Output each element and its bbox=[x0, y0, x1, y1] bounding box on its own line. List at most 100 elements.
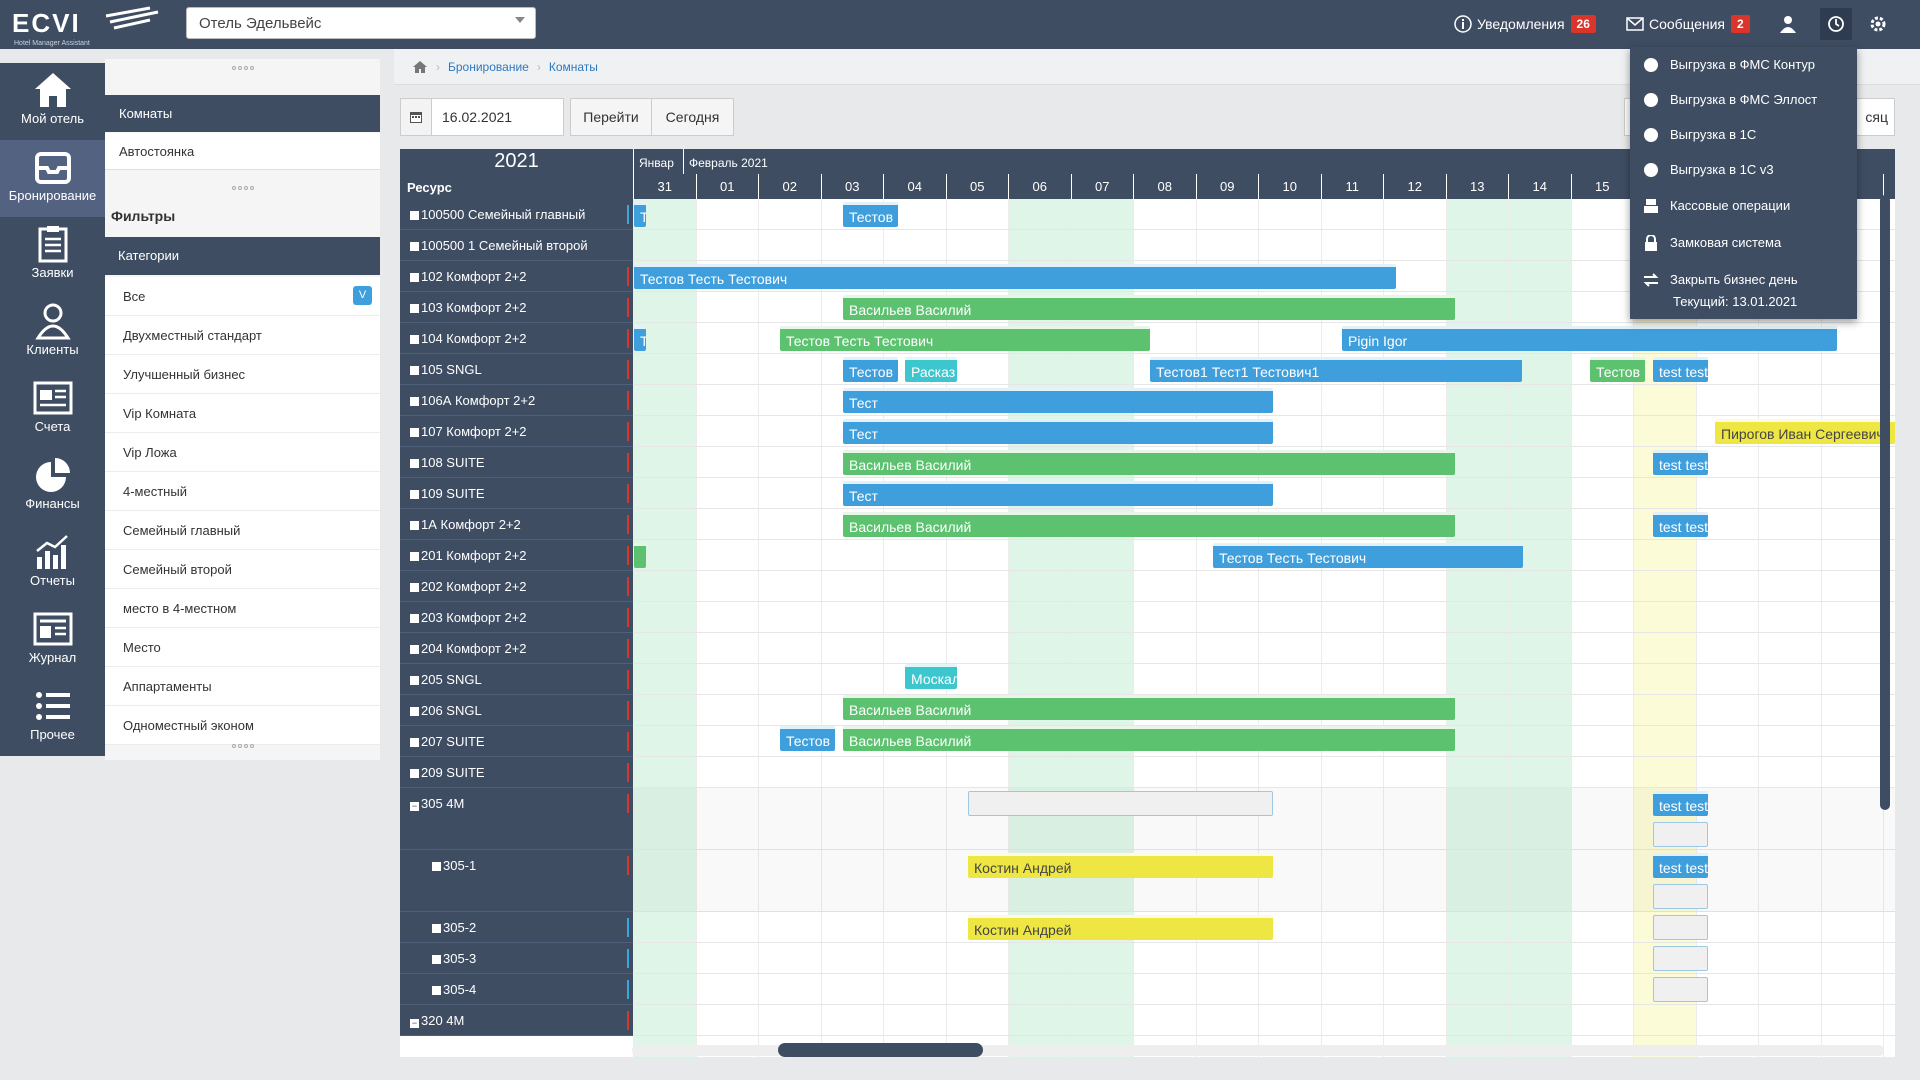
booking-block[interactable]: Тестов bbox=[843, 202, 898, 227]
resource-row[interactable]: 305-1 bbox=[400, 850, 633, 912]
resource-row[interactable]: 1А Комфорт 2+2 bbox=[400, 509, 633, 540]
booking-block[interactable]: test test bbox=[1653, 512, 1708, 537]
menu-item-fms-ellost[interactable]: Выгрузка в ФМС Эллост bbox=[1630, 82, 1857, 117]
sidebar-item-other[interactable]: Прочее bbox=[0, 679, 105, 756]
row-checkbox[interactable] bbox=[410, 738, 419, 747]
collapse-icon[interactable]: − bbox=[410, 802, 419, 811]
booking-block[interactable] bbox=[1653, 822, 1708, 847]
gear-icon[interactable] bbox=[1862, 8, 1894, 40]
drag-handle[interactable] bbox=[105, 179, 380, 197]
booking-block[interactable]: Тестов1 Тест1 Тестович1 bbox=[1150, 357, 1522, 382]
menu-item-fms-kontur[interactable]: Выгрузка в ФМС Контур bbox=[1630, 47, 1857, 82]
check-badge[interactable]: V bbox=[353, 286, 372, 305]
sidebar-item-journal[interactable]: Журнал bbox=[0, 602, 105, 679]
resource-row[interactable]: 305-2 bbox=[400, 912, 633, 943]
categories-header[interactable]: Категории bbox=[105, 237, 380, 275]
row-checkbox[interactable] bbox=[432, 862, 441, 871]
booking-block[interactable]: Костин Андрей bbox=[968, 853, 1273, 878]
booking-block[interactable]: Тестов bbox=[843, 357, 898, 382]
row-checkbox[interactable] bbox=[410, 211, 419, 220]
category-item[interactable]: Семейный главный bbox=[105, 511, 380, 550]
today-button[interactable]: Сегодня bbox=[651, 98, 734, 136]
history-icon[interactable] bbox=[1820, 8, 1852, 40]
row-checkbox[interactable] bbox=[410, 335, 419, 344]
resource-row[interactable]: 108 SUITE bbox=[400, 447, 633, 478]
row-checkbox[interactable] bbox=[410, 428, 419, 437]
booking-block[interactable] bbox=[1653, 977, 1708, 1002]
category-item[interactable]: место в 4-местном bbox=[105, 589, 380, 628]
booking-block[interactable]: Москал bbox=[905, 664, 957, 689]
booking-block[interactable]: Костин Андрей bbox=[968, 915, 1273, 940]
calendar-icon[interactable] bbox=[400, 98, 432, 136]
row-checkbox[interactable] bbox=[410, 459, 419, 468]
tab-parking[interactable]: Автостоянка bbox=[105, 133, 380, 170]
booking-block[interactable]: Тестов Тесть Тестович bbox=[1213, 543, 1523, 568]
resource-row[interactable]: 305-3 bbox=[400, 943, 633, 974]
booking-block[interactable] bbox=[968, 791, 1273, 816]
resource-row[interactable]: 102 Комфорт 2+2 bbox=[400, 261, 633, 292]
menu-item-1c[interactable]: Выгрузка в 1С bbox=[1630, 117, 1857, 152]
row-checkbox[interactable] bbox=[410, 490, 419, 499]
date-input[interactable]: 16.02.2021 bbox=[431, 98, 564, 136]
collapse-icon[interactable]: − bbox=[410, 1019, 419, 1028]
booking-block[interactable]: test test bbox=[1653, 791, 1708, 816]
booking-block[interactable]: Тестов bbox=[1590, 357, 1645, 382]
row-checkbox[interactable] bbox=[410, 397, 419, 406]
row-checkbox[interactable] bbox=[410, 583, 419, 592]
booking-block[interactable]: Т bbox=[634, 326, 646, 351]
resource-row[interactable]: 207 SUITE bbox=[400, 726, 633, 757]
resource-row[interactable]: 204 Комфорт 2+2 bbox=[400, 633, 633, 664]
resource-row[interactable]: 104 Комфорт 2+2 bbox=[400, 323, 633, 354]
go-button[interactable]: Перейти bbox=[570, 98, 652, 136]
sidebar-item-requests[interactable]: Заявки bbox=[0, 217, 105, 294]
booking-block[interactable]: Тестов Тесть Тестович bbox=[634, 264, 1396, 289]
sidebar-item-finance[interactable]: Финансы bbox=[0, 448, 105, 525]
row-checkbox[interactable] bbox=[410, 614, 419, 623]
booking-block[interactable]: Васильев Василий bbox=[843, 450, 1455, 475]
resource-row[interactable]: 106А Комфорт 2+2 bbox=[400, 385, 633, 416]
vertical-scrollbar[interactable] bbox=[1880, 195, 1890, 810]
booking-block[interactable]: test test bbox=[1653, 853, 1708, 878]
notifications-button[interactable]: Уведомления 26 bbox=[1454, 10, 1596, 38]
booking-block[interactable]: Тест bbox=[843, 481, 1273, 506]
resource-row[interactable]: 100500 1 Семейный второй bbox=[400, 230, 633, 261]
booking-block[interactable]: Расказ bbox=[905, 357, 957, 382]
booking-block[interactable] bbox=[634, 543, 646, 568]
ecvi-logo[interactable]: ECVI Hotel Manager Assistant bbox=[10, 4, 175, 48]
category-item[interactable]: Семейный второй bbox=[105, 550, 380, 589]
resource-row[interactable]: 202 Комфорт 2+2 bbox=[400, 571, 633, 602]
resource-row[interactable]: 209 SUITE bbox=[400, 757, 633, 788]
row-checkbox[interactable] bbox=[410, 273, 419, 282]
row-checkbox[interactable] bbox=[410, 304, 419, 313]
user-icon[interactable] bbox=[1772, 8, 1804, 40]
resource-row[interactable]: 100500 Семейный главный bbox=[400, 199, 633, 230]
category-item[interactable]: Улучшенный бизнес bbox=[105, 355, 380, 394]
row-checkbox[interactable] bbox=[410, 645, 419, 654]
booking-block[interactable]: Васильев Василий bbox=[843, 295, 1455, 320]
resource-row[interactable]: 107 Комфорт 2+2 bbox=[400, 416, 633, 447]
resource-row[interactable]: 205 SNGL bbox=[400, 664, 633, 695]
breadcrumb-rooms[interactable]: Комнаты bbox=[549, 60, 598, 74]
booking-block[interactable]: Пирогов Иван Сергеевич bbox=[1715, 419, 1895, 444]
booking-block[interactable] bbox=[1653, 915, 1708, 940]
drag-handle[interactable] bbox=[105, 59, 380, 77]
resource-row[interactable]: 109 SUITE bbox=[400, 478, 633, 509]
sidebar-item-booking[interactable]: Бронирование bbox=[0, 140, 105, 217]
category-item[interactable]: 4-местный bbox=[105, 472, 380, 511]
booking-block[interactable]: test test bbox=[1653, 357, 1708, 382]
home-icon[interactable] bbox=[412, 60, 428, 74]
resource-row[interactable]: 305-4 bbox=[400, 974, 633, 1005]
row-checkbox[interactable] bbox=[432, 986, 441, 995]
booking-block[interactable]: Васильев Василий bbox=[843, 512, 1455, 537]
sidebar-item-clients[interactable]: Клиенты bbox=[0, 294, 105, 371]
category-item[interactable]: Vip Комната bbox=[105, 394, 380, 433]
booking-block[interactable]: Тестов bbox=[780, 726, 835, 751]
sidebar-item-my-hotel[interactable]: Мой отель bbox=[0, 63, 105, 140]
resource-row[interactable]: 105 SNGL bbox=[400, 354, 633, 385]
menu-item-lock-system[interactable]: Замковая система bbox=[1630, 224, 1857, 261]
messages-button[interactable]: Сообщения 2 bbox=[1626, 10, 1750, 38]
sidebar-item-reports[interactable]: Отчеты bbox=[0, 525, 105, 602]
row-checkbox[interactable] bbox=[410, 521, 419, 530]
row-checkbox[interactable] bbox=[432, 955, 441, 964]
booking-block[interactable]: Васильев Василий bbox=[843, 726, 1455, 751]
